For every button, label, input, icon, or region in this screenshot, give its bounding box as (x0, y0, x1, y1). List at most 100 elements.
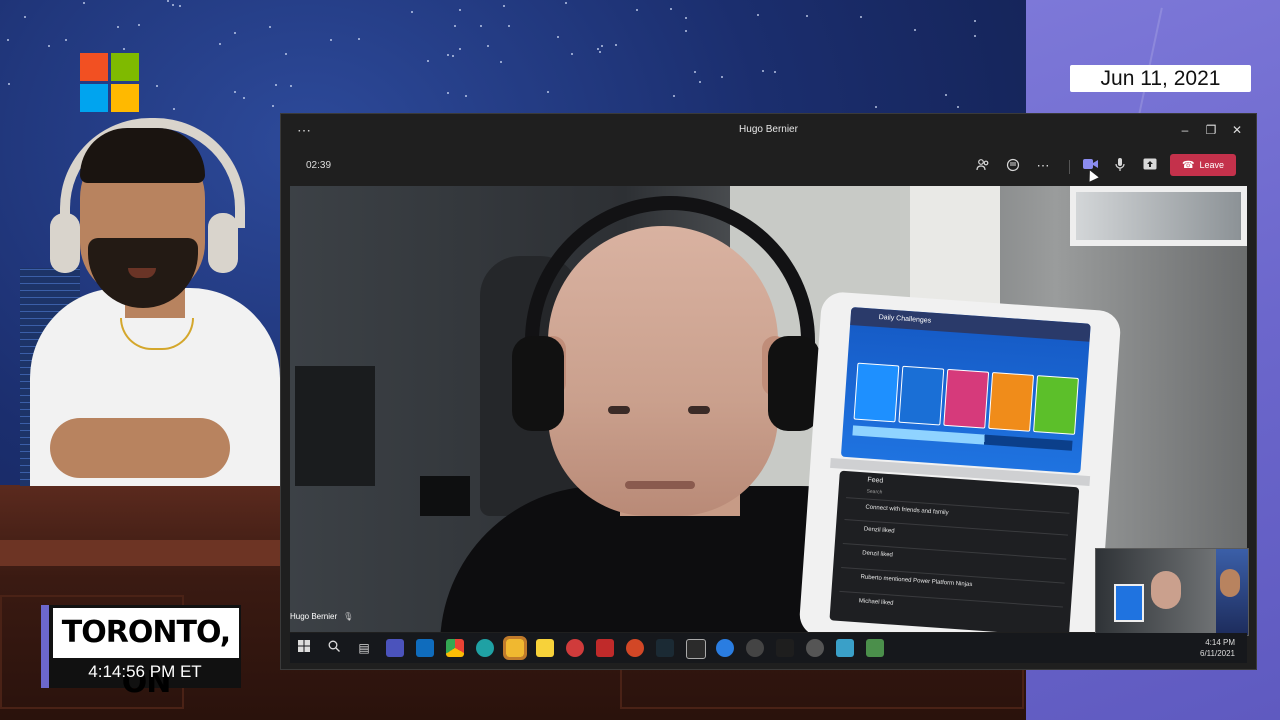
date-badge: Jun 11, 2021 (1070, 65, 1251, 92)
star-dot (285, 53, 287, 55)
star-dot (762, 70, 764, 72)
microphone-icon[interactable] (1112, 158, 1128, 174)
star-dot (757, 14, 759, 16)
call-timer: 02:39 (306, 160, 332, 171)
star-dot (875, 106, 877, 108)
star-dot (557, 36, 559, 38)
search-icon[interactable] (326, 640, 342, 656)
star-dot (601, 45, 603, 47)
star-dot (8, 83, 10, 85)
star-dot (219, 43, 221, 45)
self-view-pip[interactable] (1095, 548, 1249, 636)
surface-duo-device: Daily Challenges Feed Search Connect wit… (798, 290, 1122, 632)
star-dot (269, 26, 271, 28)
star-dot (685, 17, 687, 19)
star-dot (547, 91, 549, 93)
star-dot (275, 84, 277, 86)
chrome-taskbar-icon[interactable] (446, 639, 464, 657)
ellipsis-icon[interactable]: ⋯ (1035, 158, 1051, 174)
star-dot (914, 29, 916, 31)
app-taskbar-icon[interactable] (716, 639, 734, 657)
star-dot (290, 85, 292, 87)
star-dot (117, 26, 119, 28)
sticky-notes-taskbar-icon[interactable] (536, 639, 554, 657)
minimize-icon[interactable]: – (1175, 123, 1195, 137)
chat-icon[interactable] (1005, 158, 1021, 174)
star-dot (699, 81, 701, 83)
star-dot (234, 32, 236, 34)
task-view-icon[interactable]: ▤ (356, 640, 372, 656)
star-dot (694, 71, 696, 73)
muted-mic-icon: 🎙 (343, 612, 354, 621)
list-item: Connect with friends and family (865, 504, 949, 517)
microsoft-logo (80, 53, 140, 113)
star-dot (670, 8, 672, 10)
star-dot (427, 60, 429, 62)
star-dot (685, 30, 687, 32)
device-bottom-screen: Feed Search Connect with friends and fam… (829, 470, 1080, 632)
location-badge: TORONTO, ON 4:14:56 PM ET (41, 605, 241, 700)
play-taskbar-icon[interactable] (776, 639, 794, 657)
close-icon[interactable]: ✕ (1227, 123, 1247, 137)
call-toolbar: 02:39 ⋯ ☎ Leave (281, 150, 1256, 184)
device-search: Search (866, 488, 883, 496)
file-explorer-taskbar-icon[interactable] (503, 636, 527, 660)
list-item: Denzil liked (863, 526, 895, 535)
star-dot (179, 5, 181, 7)
edge-taskbar-icon[interactable] (476, 639, 494, 657)
window-titlebar: ⋯ Hugo Bernier – ❐ ✕ (281, 114, 1256, 150)
star-dot (83, 2, 85, 4)
star-dot (503, 5, 505, 7)
star-dot (459, 48, 461, 50)
star-dot (243, 97, 245, 99)
star-dot (480, 25, 482, 27)
device-top-screen: Daily Challenges (840, 307, 1091, 474)
star-dot (487, 45, 489, 47)
taskbar-clock[interactable]: 4:14 PM 6/11/2021 (1200, 637, 1235, 659)
people-icon[interactable] (975, 158, 991, 174)
star-dot (447, 92, 449, 94)
app-taskbar-icon[interactable] (866, 639, 884, 657)
app-taskbar-icon[interactable] (806, 639, 824, 657)
star-dot (774, 71, 776, 73)
star-dot (565, 2, 567, 4)
phone-hangup-icon: ☎ (1182, 160, 1195, 171)
teams-taskbar-icon[interactable] (386, 639, 404, 657)
terminal-taskbar-icon[interactable] (686, 639, 706, 659)
outlook-taskbar-icon[interactable] (416, 639, 434, 657)
star-dot (7, 39, 9, 41)
window-title: Hugo Bernier (739, 124, 798, 135)
presenter-camera-feed (20, 118, 280, 486)
list-item: Ruberto mentioned Power Platform Ninjas (860, 574, 973, 589)
app-taskbar-icon[interactable] (656, 639, 674, 657)
app-taskbar-icon[interactable] (566, 639, 584, 657)
star-dot (806, 15, 808, 17)
location-time: 4:14:56 PM ET (88, 662, 202, 681)
star-dot (974, 35, 976, 37)
device-feed-header: Feed (867, 476, 884, 485)
star-dot (454, 25, 456, 27)
star-dot (138, 24, 140, 26)
windows-start-icon[interactable] (296, 640, 312, 656)
app-taskbar-icon[interactable] (836, 639, 854, 657)
star-dot (615, 44, 617, 46)
star-dot (411, 11, 413, 13)
location-city: TORONTO, ON (53, 608, 239, 700)
star-dot (974, 20, 976, 22)
star-dot (234, 91, 236, 93)
app-taskbar-icon[interactable] (746, 639, 764, 657)
list-item: Denzil liked (861, 550, 894, 559)
leave-call-button[interactable]: ☎ Leave (1170, 154, 1236, 176)
star-dot (860, 16, 862, 18)
star-dot (673, 95, 675, 97)
app-taskbar-icon[interactable] (596, 639, 614, 657)
restore-icon[interactable]: ❐ (1201, 123, 1221, 137)
star-dot (721, 76, 723, 78)
star-dot (599, 51, 601, 53)
star-dot (272, 105, 274, 107)
star-dot (24, 16, 26, 18)
star-dot (123, 48, 125, 50)
star-dot (447, 54, 449, 56)
powerpoint-taskbar-icon[interactable] (626, 639, 644, 657)
share-screen-icon[interactable] (1142, 158, 1158, 174)
